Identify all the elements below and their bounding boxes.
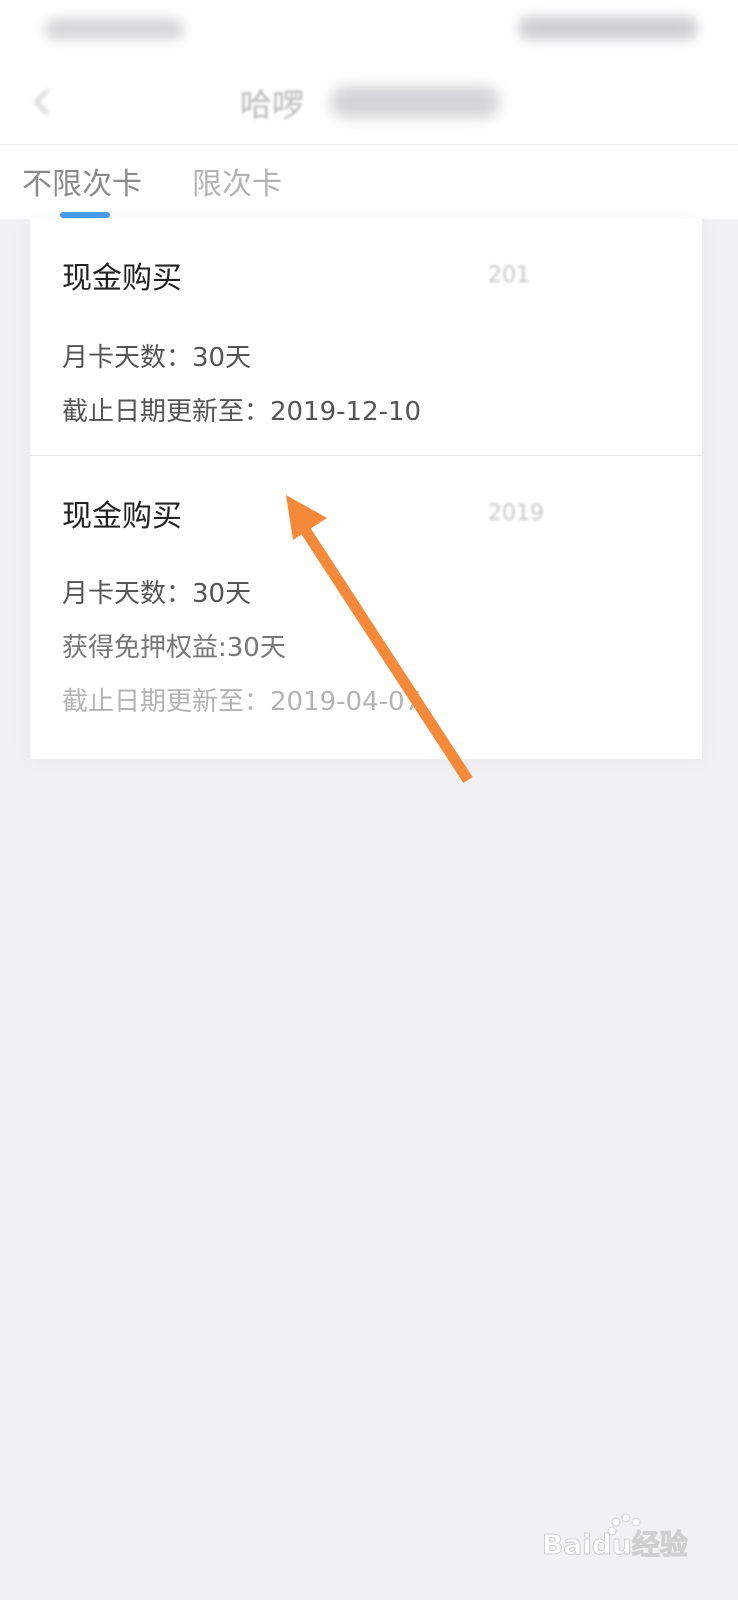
record-title: 现金购买	[62, 499, 182, 534]
status-time-blurred	[44, 18, 184, 40]
record-deposit-free: 获得免押权益:30天	[62, 633, 286, 663]
title-bar: 哈啰	[0, 60, 738, 145]
watermark-text: Baidu经验	[542, 1528, 688, 1561]
status-icons-blurred	[518, 16, 698, 40]
record-date: 201	[488, 263, 530, 288]
arrow-left-icon[interactable]	[28, 86, 60, 118]
page-title: 哈啰	[240, 86, 305, 124]
tab-bar: 不限次卡 限次卡	[0, 145, 738, 219]
list-item[interactable]: 现金购买 201 月卡天数：30天 截止日期更新至：2019-12-10	[30, 219, 702, 455]
record-date: 2019	[488, 501, 544, 526]
tab-active-indicator	[60, 212, 110, 218]
record-title: 现金购买	[62, 261, 182, 296]
watermark: Baidu经验	[542, 1512, 702, 1572]
divider	[30, 455, 702, 456]
record-list: 现金购买 201 月卡天数：30天 截止日期更新至：2019-12-10 现金购…	[30, 219, 702, 759]
page-title-blurred	[330, 86, 500, 118]
record-card-days: 月卡天数：30天	[62, 579, 252, 609]
status-bar	[0, 0, 738, 60]
record-card-days: 月卡天数：30天	[62, 343, 252, 373]
record-expiry-date: 截止日期更新至：2019-04-07	[62, 687, 422, 717]
record-expiry-date: 截止日期更新至：2019-12-10	[62, 397, 422, 427]
list-item[interactable]: 现金购买 2019 月卡天数：30天 获得免押权益:30天 截止日期更新至：20…	[30, 457, 702, 757]
tab-unlimited-card[interactable]: 不限次卡	[22, 159, 142, 203]
tab-limited-card[interactable]: 限次卡	[192, 159, 282, 203]
